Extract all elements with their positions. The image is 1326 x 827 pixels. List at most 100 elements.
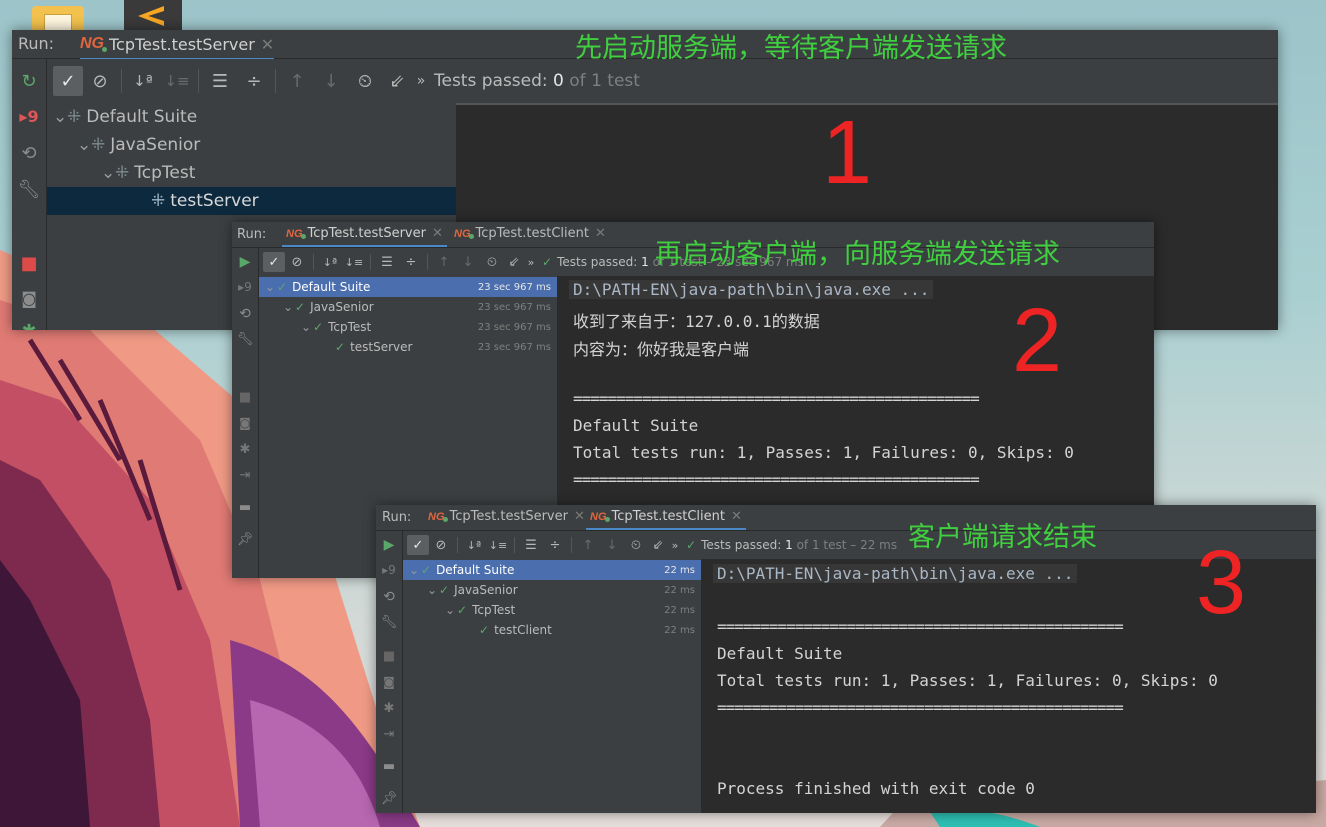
tree-node-duration: 22 ms: [664, 604, 695, 616]
toggle-auto-test-icon[interactable]: ⟲: [376, 589, 402, 605]
stop-icon[interactable]: ■: [232, 390, 258, 405]
console-line: Default Suite: [573, 416, 699, 435]
expand-all-button[interactable]: ☰: [203, 71, 237, 92]
sort-alpha-button[interactable]: ↓ª: [318, 256, 342, 269]
toggle-auto-test-icon[interactable]: ⟲: [232, 306, 258, 322]
close-icon[interactable]: ✕: [574, 509, 585, 524]
collapse-all-button[interactable]: ÷: [543, 538, 567, 553]
tab-testclient[interactable]: NG TcpTest.testClient ✕: [450, 222, 610, 245]
history-icon[interactable]: ⏲: [624, 538, 648, 553]
show-ignored-toggle[interactable]: ⊘: [429, 538, 453, 553]
more-chevron-icon[interactable]: »: [668, 539, 682, 552]
rerun-icon[interactable]: ↻: [12, 71, 46, 92]
sort-duration-button[interactable]: ↓≡: [486, 539, 510, 552]
collapse-all-button[interactable]: ÷: [399, 255, 423, 270]
stop-icon[interactable]: ■: [12, 253, 46, 274]
tree-node-method[interactable]: ✓ testClient 22 ms: [403, 620, 701, 640]
previous-test-button[interactable]: ↑: [576, 538, 600, 553]
tree-node-suite[interactable]: ⌄ ⁜ Default Suite: [47, 103, 456, 131]
close-icon[interactable]: ✕: [261, 35, 274, 54]
folder-icon[interactable]: [32, 6, 84, 34]
settings-wrench-icon[interactable]: 🔧︎: [232, 332, 258, 347]
show-passed-toggle[interactable]: ✓: [53, 66, 83, 96]
rerun-failed-icon[interactable]: ▸9: [12, 107, 46, 126]
tree-node-suite[interactable]: ⌄ ✓ Default Suite 22 ms: [403, 560, 701, 580]
tab-testserver[interactable]: NG TcpTest.testServer ✕: [424, 505, 589, 528]
tree-node-duration: 22 ms: [664, 564, 695, 576]
show-passed-toggle[interactable]: ✓: [263, 252, 285, 272]
close-icon[interactable]: ✕: [731, 509, 742, 524]
exit-icon[interactable]: ⇥: [232, 468, 258, 483]
console-separator: ========================================…: [573, 470, 980, 489]
tree-node-class[interactable]: ⌄ ✓ TcpTest 23 sec 967 ms: [259, 317, 557, 337]
tab-testserver[interactable]: NG TcpTest.testServer ✕: [282, 222, 447, 247]
rerun-failed-icon[interactable]: ▸9: [232, 280, 258, 294]
tree-node-suite[interactable]: ⌄ ✓ Default Suite 23 sec 967 ms: [259, 277, 557, 297]
pin-icon[interactable]: 📌︎: [376, 791, 402, 806]
camera-icon[interactable]: ◙: [12, 289, 46, 308]
loading-spinner-icon: ⁜: [151, 191, 166, 211]
more-chevron-icon[interactable]: »: [524, 256, 538, 269]
tree-node-class[interactable]: ⌄ ⁜ TcpTest: [47, 159, 456, 187]
status-count: 1: [641, 255, 649, 269]
tree-node-method[interactable]: ✓ testServer 23 sec 967 ms: [259, 337, 557, 357]
close-icon[interactable]: ✕: [595, 226, 606, 241]
exit-icon[interactable]: ⇥: [376, 727, 402, 742]
sort-alpha-button[interactable]: ↓ª: [462, 539, 486, 552]
sort-alpha-button[interactable]: ↓ª: [126, 72, 160, 90]
tab-testserver[interactable]: NG TcpTest.testServer ✕: [80, 30, 275, 60]
settings-wrench-icon[interactable]: 🔧︎: [376, 615, 402, 630]
console-line: Process finished with exit code 0: [717, 779, 1035, 798]
pass-check-icon: ✓: [542, 255, 553, 269]
sort-duration-button[interactable]: ↓≡: [160, 72, 194, 90]
run-sidebar: ▶ ▸9 ⟲ 🔧︎ ■ ◙ ✱ ⇥ ▬ 📌︎: [232, 248, 259, 578]
tab-testclient[interactable]: NG TcpTest.testClient ✕: [586, 505, 746, 530]
camera-icon[interactable]: ◙: [232, 416, 258, 430]
show-ignored-toggle[interactable]: ⊘: [83, 66, 117, 96]
tree-node-module[interactable]: ⌄ ✓ JavaSenior 23 sec 967 ms: [259, 297, 557, 317]
debug-icon[interactable]: ✱: [12, 321, 46, 330]
next-test-button[interactable]: ↓: [600, 538, 624, 553]
debug-icon[interactable]: ✱: [376, 701, 402, 716]
history-icon[interactable]: ⏲: [480, 255, 504, 270]
previous-test-button[interactable]: ↑: [432, 255, 456, 270]
rerun-failed-icon[interactable]: ▸9: [376, 563, 402, 577]
collapse-all-button[interactable]: ÷: [237, 71, 271, 92]
next-test-button[interactable]: ↓: [456, 255, 480, 270]
run-icon[interactable]: ▶: [232, 254, 258, 270]
camera-icon[interactable]: ◙: [376, 675, 402, 689]
show-passed-toggle[interactable]: ✓: [407, 535, 429, 555]
toggle-auto-test-icon[interactable]: ⟲: [12, 143, 46, 164]
previous-test-button[interactable]: ↑: [280, 71, 314, 92]
expand-all-button[interactable]: ☰: [375, 255, 399, 270]
next-test-button[interactable]: ↓: [314, 71, 348, 92]
import-tests-icon[interactable]: ⇙: [504, 255, 524, 270]
tree-node-label: TcpTest: [472, 603, 516, 617]
more-chevron-icon[interactable]: »: [412, 73, 430, 89]
settings-wrench-icon[interactable]: 🔧︎: [12, 179, 46, 200]
layout-icon[interactable]: ▬: [232, 500, 258, 515]
debug-icon[interactable]: ✱: [232, 442, 258, 457]
console-line: Total tests run: 1, Passes: 1, Failures:…: [717, 671, 1218, 690]
pin-icon[interactable]: 📌︎: [232, 532, 258, 547]
status-suffix: of 1 test: [569, 71, 640, 91]
tree-node-module[interactable]: ⌄ ✓ JavaSenior 22 ms: [403, 580, 701, 600]
run-icon[interactable]: ▶: [376, 537, 402, 553]
show-ignored-toggle[interactable]: ⊘: [285, 255, 309, 270]
history-icon[interactable]: ⏲: [348, 71, 382, 92]
tree-node-class[interactable]: ⌄ ✓ TcpTest 22 ms: [403, 600, 701, 620]
close-icon[interactable]: ✕: [432, 226, 443, 241]
run-sidebar: ▶ ▸9 ⟲ 🔧︎ ■ ◙ ✱ ⇥ ▬ 📌︎: [376, 531, 403, 813]
sublime-app-icon[interactable]: [124, 0, 182, 30]
testng-icon: NG: [454, 227, 473, 240]
stop-icon[interactable]: ■: [376, 649, 402, 664]
tree-node-label: testServer: [350, 340, 413, 354]
layout-icon[interactable]: ▬: [376, 759, 402, 774]
tree-node-module[interactable]: ⌄ ⁜ JavaSenior: [47, 131, 456, 159]
expand-all-button[interactable]: ☰: [519, 538, 543, 553]
sort-duration-button[interactable]: ↓≡: [342, 256, 366, 269]
import-tests-icon[interactable]: ⇙: [648, 538, 668, 553]
tree-node-label: TcpTest: [328, 320, 372, 334]
tree-node-method[interactable]: ⁜ testServer: [47, 187, 456, 215]
import-tests-icon[interactable]: ⇙: [382, 71, 412, 92]
